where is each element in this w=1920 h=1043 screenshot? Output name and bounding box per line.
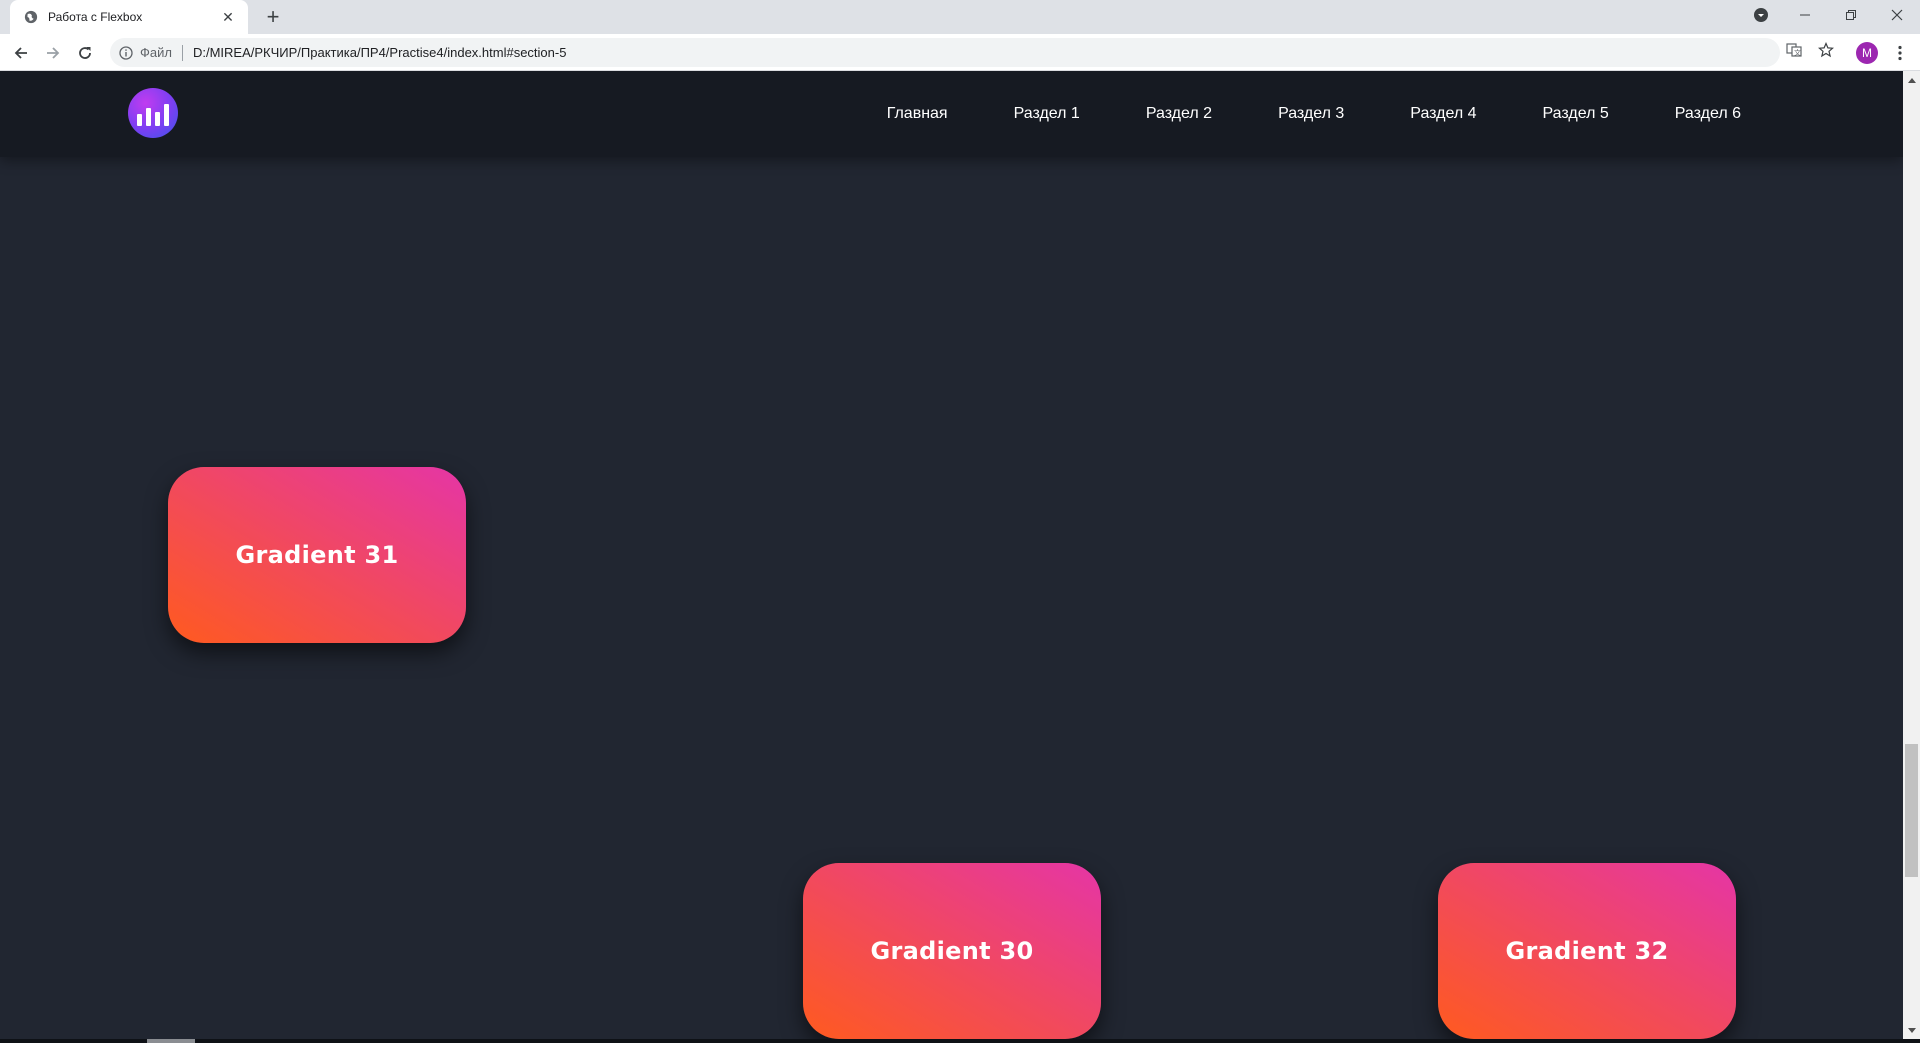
new-tab-button[interactable]: + <box>260 4 286 30</box>
card-label: Gradient 32 <box>1505 937 1669 965</box>
horizontal-scrollbar-thumb[interactable] <box>147 1039 195 1043</box>
close-window-icon[interactable] <box>1874 0 1920 30</box>
minimize-icon[interactable] <box>1782 0 1828 30</box>
more-menu-icon[interactable] <box>1890 41 1910 65</box>
nav-link-home[interactable]: Главная <box>887 105 948 123</box>
scroll-up-icon[interactable] <box>1903 71 1920 88</box>
card-label: Gradient 30 <box>870 937 1034 965</box>
site-nav: Главная Раздел 1 Раздел 2 Раздел 3 Разде… <box>821 71 1741 157</box>
address-bar[interactable]: Файл D:/MIREA/РКЧИР/Практика/ПР4/Practis… <box>110 38 1780 67</box>
tab-search-icon[interactable] <box>1738 0 1784 30</box>
page-viewport: Главная Раздел 1 Раздел 2 Раздел 3 Разде… <box>0 71 1903 1039</box>
gradient-card-32[interactable]: Gradient 32 <box>1438 863 1736 1039</box>
nav-link-section-4[interactable]: Раздел 4 <box>1410 105 1476 123</box>
reload-icon[interactable] <box>73 41 97 65</box>
vertical-scrollbar[interactable] <box>1903 71 1920 1039</box>
logo-bar-icon <box>137 114 142 126</box>
card-label: Gradient 31 <box>235 541 399 569</box>
globe-icon <box>24 10 38 24</box>
logo-bar-icon <box>155 112 160 126</box>
forward-arrow-icon[interactable] <box>41 41 65 65</box>
site-logo-icon[interactable] <box>128 88 178 138</box>
browser-toolbar: Файл D:/MIREA/РКЧИР/Практика/ПР4/Practis… <box>0 34 1920 71</box>
close-tab-icon[interactable]: ✕ <box>220 9 236 26</box>
svg-text:文: 文 <box>1794 48 1801 57</box>
scrollbar-thumb[interactable] <box>1905 744 1918 877</box>
url-text[interactable]: D:/MIREA/РКЧИР/Практика/ПР4/Practise4/in… <box>193 45 566 60</box>
tab-bar: Работа с Flexbox ✕ + <box>0 0 1920 34</box>
restore-icon[interactable] <box>1828 0 1874 30</box>
logo-bar-icon <box>164 104 169 126</box>
gradient-card-31[interactable]: Gradient 31 <box>168 467 466 643</box>
tab-title: Работа с Flexbox <box>48 10 143 24</box>
bottom-edge <box>0 1039 1920 1043</box>
scheme-label: Файл <box>140 45 172 60</box>
browser-tab[interactable]: Работа с Flexbox ✕ <box>10 0 248 34</box>
nav-link-section-1[interactable]: Раздел 1 <box>1014 105 1080 123</box>
info-icon[interactable] <box>118 45 134 61</box>
profile-avatar[interactable]: M <box>1856 42 1878 64</box>
nav-link-section-2[interactable]: Раздел 2 <box>1146 105 1212 123</box>
scroll-down-icon[interactable] <box>1903 1022 1920 1039</box>
translate-icon[interactable]: 文 <box>1784 40 1804 60</box>
nav-link-section-3[interactable]: Раздел 3 <box>1278 105 1344 123</box>
site-header: Главная Раздел 1 Раздел 2 Раздел 3 Разде… <box>0 71 1903 157</box>
gradient-card-30[interactable]: Gradient 30 <box>803 863 1101 1039</box>
back-arrow-icon[interactable] <box>9 41 33 65</box>
nav-link-section-5[interactable]: Раздел 5 <box>1543 105 1609 123</box>
omnibox-separator <box>181 44 183 61</box>
logo-bar-icon <box>146 108 151 126</box>
star-bookmark-icon[interactable] <box>1816 40 1836 60</box>
nav-link-section-6[interactable]: Раздел 6 <box>1675 105 1741 123</box>
